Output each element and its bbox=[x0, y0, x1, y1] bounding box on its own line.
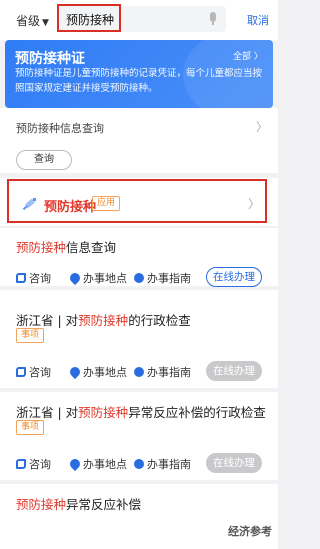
consult-action[interactable]: 咨询 bbox=[16, 364, 51, 380]
query-label[interactable]: 预防接种信息查询 bbox=[16, 120, 104, 136]
location-label: 办事地点 bbox=[83, 458, 127, 471]
microphone-icon[interactable] bbox=[210, 12, 216, 25]
online-handle-button: 在线办理 bbox=[206, 361, 262, 381]
guide-icon bbox=[134, 459, 144, 469]
location-label: 办事地点 bbox=[83, 272, 127, 285]
highlight-frame bbox=[57, 4, 121, 32]
online-handle-button: 在线办理 bbox=[206, 453, 262, 473]
location-icon bbox=[67, 456, 83, 472]
watermark: 经济参考 bbox=[228, 525, 272, 538]
location-label: 办事地点 bbox=[83, 366, 127, 379]
location-action[interactable]: 办事地点 bbox=[67, 364, 127, 380]
location-action[interactable]: 办事地点 bbox=[67, 456, 127, 472]
result-title-suffix: 异常反应补偿的行政检查 bbox=[128, 405, 266, 420]
location-action[interactable]: 办事地点 bbox=[67, 270, 127, 286]
guide-action[interactable]: 办事指南 bbox=[134, 270, 191, 286]
region-label: 省级 bbox=[16, 14, 41, 28]
result-tag: 事项 bbox=[16, 420, 45, 435]
guide-icon bbox=[134, 367, 144, 377]
phone-icon bbox=[16, 367, 26, 377]
phone-icon bbox=[16, 459, 26, 469]
banner-all-link[interactable]: 全部 〉 bbox=[233, 49, 263, 62]
guide-label: 办事指南 bbox=[147, 366, 191, 379]
query-button[interactable]: 查询 bbox=[16, 150, 72, 170]
result-title[interactable]: 预防接种异常反应补偿 bbox=[16, 494, 141, 513]
guide-label: 办事指南 bbox=[147, 272, 191, 285]
result-title-suffix: 的行政检查 bbox=[128, 313, 191, 328]
guide-action[interactable]: 办事指南 bbox=[134, 456, 191, 472]
cancel-button[interactable]: 取消 bbox=[247, 12, 269, 28]
result-title-suffix: 异常反应补偿 bbox=[66, 497, 142, 512]
result-title[interactable]: 预防接种信息查询 bbox=[16, 237, 116, 256]
banner-title: 预防接种证 bbox=[15, 51, 85, 67]
guide-label: 办事指南 bbox=[147, 458, 191, 471]
consult-label: 咨询 bbox=[29, 366, 51, 379]
phone-icon bbox=[16, 273, 26, 283]
result-title[interactable]: 浙江省 | 对预防接种异常反应补偿的行政检查 bbox=[16, 402, 266, 421]
result-title-highlight: 预防接种 bbox=[16, 240, 67, 255]
result-title-highlight: 预防接种 bbox=[78, 313, 129, 328]
highlight-frame bbox=[7, 179, 267, 223]
consult-action[interactable]: 咨询 bbox=[16, 456, 51, 472]
location-icon bbox=[67, 270, 83, 286]
banner-description: 预防接种证是儿童预防接种的记录凭证，每个儿童都应当按照国家规定建证并接受预防接种… bbox=[15, 68, 263, 94]
consult-label: 咨询 bbox=[29, 458, 51, 471]
result-title-prefix: 浙江省 | 对 bbox=[16, 313, 79, 328]
region-selector[interactable]: 省级 ▼ bbox=[16, 12, 49, 29]
guide-icon bbox=[134, 273, 144, 283]
result-title-highlight: 预防接种 bbox=[78, 405, 129, 420]
result-tag: 事项 bbox=[16, 328, 45, 343]
result-title-suffix: 信息查询 bbox=[66, 240, 117, 255]
online-handle-button[interactable]: 在线办理 bbox=[206, 267, 262, 287]
result-title-prefix: 浙江省 | 对 bbox=[16, 405, 79, 420]
chevron-right-icon[interactable]: 〉 bbox=[256, 118, 268, 135]
result-title-highlight: 预防接种 bbox=[16, 497, 67, 512]
consult-label: 咨询 bbox=[29, 272, 51, 285]
chevron-down-icon: ▼ bbox=[42, 18, 49, 28]
result-title[interactable]: 浙江省 | 对预防接种的行政检查 bbox=[16, 310, 191, 329]
location-icon bbox=[67, 364, 83, 380]
consult-action[interactable]: 咨询 bbox=[16, 270, 51, 286]
guide-action[interactable]: 办事指南 bbox=[134, 364, 191, 380]
app-screen: { "search": { "region": "省级", "query": "… bbox=[0, 0, 278, 549]
